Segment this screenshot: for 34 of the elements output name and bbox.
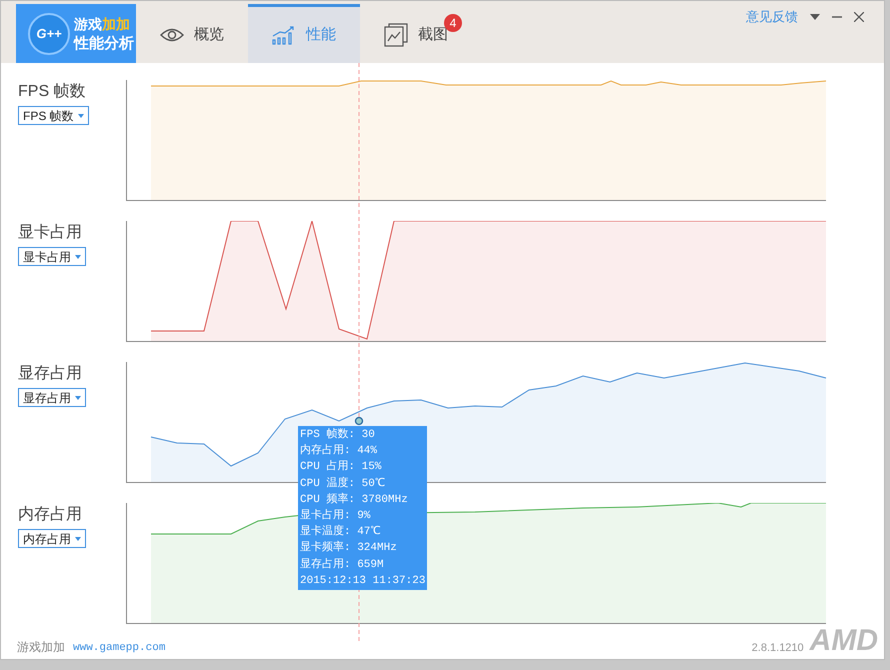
caret-icon xyxy=(75,254,81,258)
tooltip-line: 显存占用: 659M xyxy=(300,557,385,573)
tooltip-line: 显卡温度: 47℃ xyxy=(300,524,382,540)
caret-icon xyxy=(78,114,84,118)
eye-icon xyxy=(160,27,184,43)
metric-dropdown[interactable]: FPS 帧数 xyxy=(18,106,89,125)
version-text: 2.8.1.1210 xyxy=(752,640,804,656)
hover-point-icon xyxy=(354,416,364,426)
chart-icon xyxy=(272,25,296,45)
picture-icon xyxy=(384,23,408,47)
metric-dropdown[interactable]: 显存占用 xyxy=(18,388,86,407)
tooltip-line: CPU 占用: 15% xyxy=(300,459,382,476)
dropdown-icon[interactable] xyxy=(810,14,820,20)
caret-icon xyxy=(75,536,81,540)
tooltip-line: 内存占用: 44% xyxy=(300,443,378,460)
chart-title: FPS 帧数 xyxy=(18,82,86,102)
brand-text: 游戏加加 xyxy=(17,639,65,656)
amd-logo: AMD xyxy=(810,626,878,656)
chart-title: 显卡占用 xyxy=(18,223,82,243)
chart-title: 内存占用 xyxy=(18,505,82,525)
metric-dropdown[interactable]: 显卡占用 xyxy=(18,247,86,266)
metric-dropdown[interactable]: 内存占用 xyxy=(18,529,86,548)
tooltip-line: 显卡占用: 9% xyxy=(300,508,372,524)
close-icon[interactable] xyxy=(854,12,864,22)
tooltip-line: 2015:12:13 11:37:23 xyxy=(300,574,426,589)
tooltip-line: CPU 温度: 50℃ xyxy=(300,476,386,492)
logo-title: 游戏加加 xyxy=(74,14,131,34)
chart-title: 显存占用 xyxy=(18,364,82,384)
tooltip-line: FPS 帧数: 30 xyxy=(300,427,376,443)
tooltip-line: 显卡频率: 324MHz xyxy=(300,540,398,556)
logo-subtitle: 性能分析 xyxy=(74,34,134,52)
caret-icon xyxy=(75,396,81,400)
tooltip-line: CPU 频率: 3780MHz xyxy=(300,492,409,508)
nav-tab[interactable]: 概览 xyxy=(136,4,248,63)
